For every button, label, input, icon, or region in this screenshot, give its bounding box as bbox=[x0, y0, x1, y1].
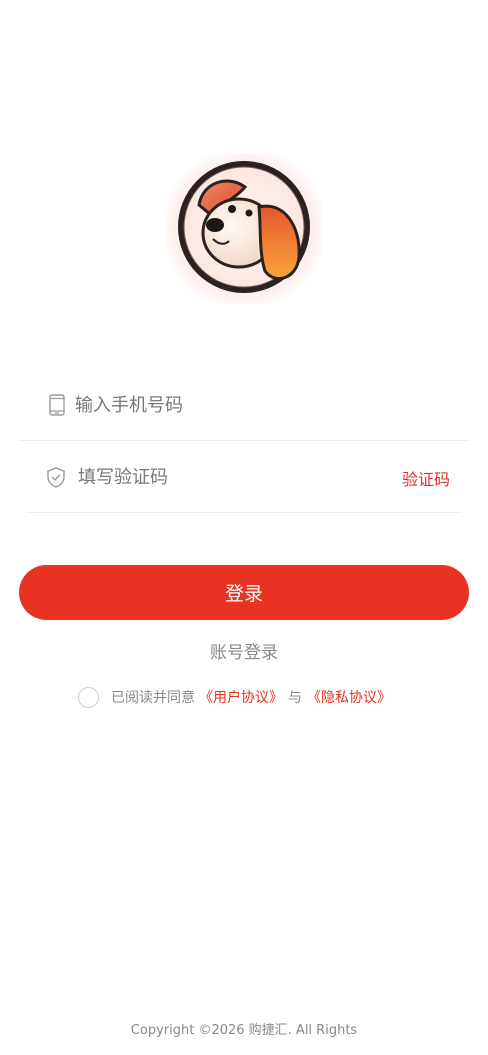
user-agreement-link[interactable]: 《用户协议》 bbox=[199, 687, 283, 707]
privacy-policy-link[interactable]: 《隐私协议》 bbox=[307, 687, 391, 707]
phone-icon bbox=[47, 393, 67, 417]
get-code-button[interactable]: 验证码 bbox=[402, 466, 450, 490]
phone-field-row bbox=[19, 370, 469, 441]
account-login-link[interactable]: 账号登录 bbox=[0, 638, 488, 663]
agreement-and: 与 bbox=[288, 690, 302, 706]
phone-input[interactable] bbox=[75, 392, 435, 418]
shield-check-icon bbox=[46, 465, 66, 489]
dog-logo-icon bbox=[167, 153, 322, 304]
agreement-prefix: 已阅读并同意 bbox=[111, 690, 195, 706]
copyright-footer: Copyright ©2026 购捷汇. All Rights bbox=[130, 1023, 358, 1038]
agreement-row: 已阅读并同意 《用户协议》 与 《隐私协议》 bbox=[78, 685, 391, 709]
agree-checkbox[interactable] bbox=[78, 686, 99, 708]
login-button[interactable]: 登录 bbox=[19, 565, 469, 620]
code-field-row: 验证码 bbox=[26, 442, 462, 513]
code-input[interactable] bbox=[78, 464, 378, 490]
